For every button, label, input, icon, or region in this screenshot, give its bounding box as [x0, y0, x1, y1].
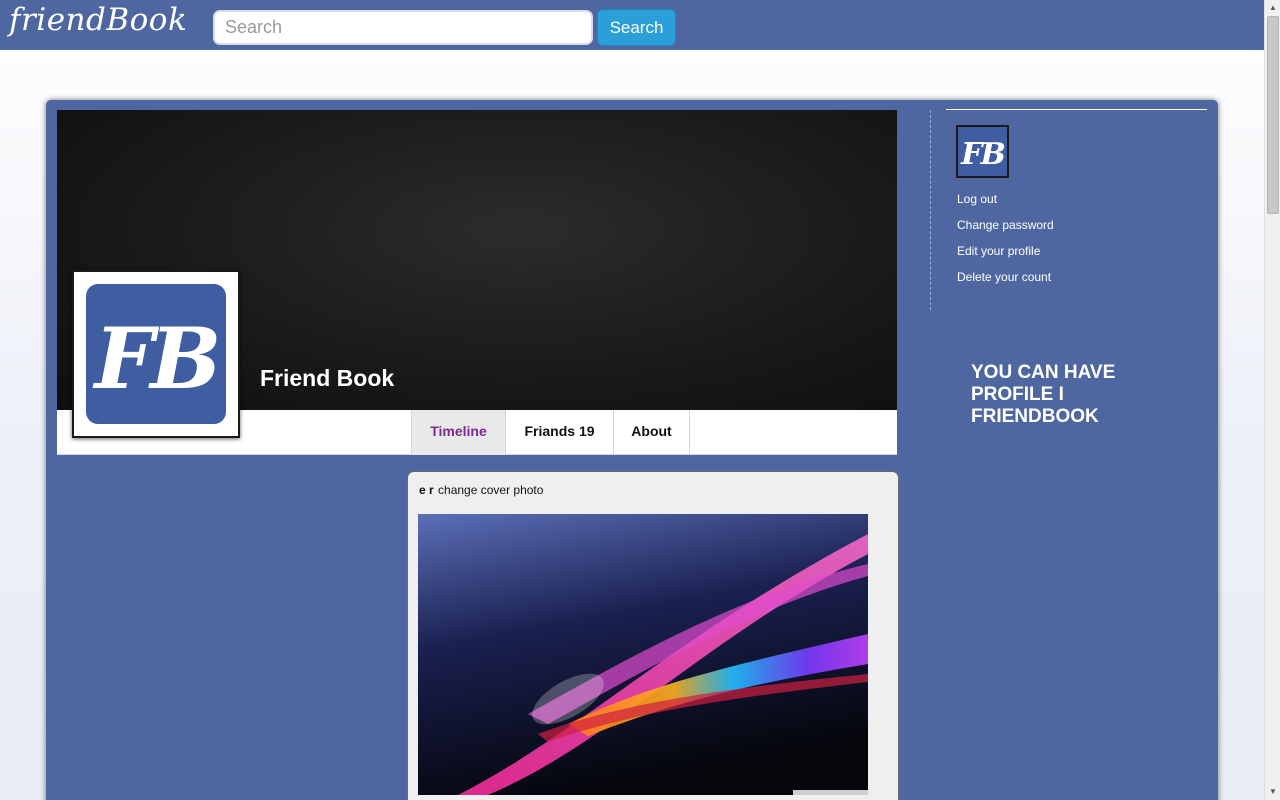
profile-photo-logo: FB: [86, 284, 226, 424]
scroll-up-arrow-icon[interactable]: ▲: [1265, 0, 1280, 16]
sidebar-top-divider: [946, 109, 1207, 110]
change-password-link[interactable]: Change password: [957, 218, 1054, 232]
post-header: e r change cover photo: [419, 483, 543, 497]
tab-timeline[interactable]: Timeline: [411, 410, 506, 455]
profile-photo[interactable]: FB: [72, 270, 240, 438]
profile-name: Friend Book: [260, 365, 395, 391]
logout-link[interactable]: Log out: [957, 192, 997, 206]
tab-about[interactable]: About: [614, 410, 690, 455]
page-scrollbar[interactable]: ▲ ▼: [1264, 0, 1280, 800]
search-button[interactable]: Search: [597, 9, 676, 46]
post-image[interactable]: [418, 514, 868, 795]
site-logo[interactable]: friendBook: [9, 2, 187, 38]
abstract-wallpaper-image: [418, 514, 868, 795]
edit-profile-link[interactable]: Edit your profile: [957, 244, 1040, 258]
tab-friends[interactable]: Friands 19: [506, 410, 614, 455]
post-action: change cover photo: [438, 483, 544, 497]
sidebar-dashed-divider: [930, 110, 931, 310]
delete-account-link[interactable]: Delete your count: [957, 270, 1051, 284]
search-input[interactable]: [213, 10, 593, 45]
timeline-post: e r change cover photo: [407, 471, 899, 800]
profile-panel: Timeline Friands 19 About FB Friend Book…: [46, 100, 1218, 800]
sidebar-avatar-letters: FB: [961, 137, 1006, 172]
sidebar-avatar[interactable]: FB: [956, 125, 1009, 178]
scroll-thumb[interactable]: [1267, 16, 1279, 214]
top-navbar: friendBook Search: [0, 0, 1264, 50]
promo-text: YOU CAN HAVE PROFILE I FRIENDBOOK: [971, 362, 1116, 427]
profile-photo-letters: FB: [94, 309, 222, 408]
scroll-down-arrow-icon[interactable]: ▼: [1265, 784, 1280, 800]
post-author[interactable]: e r: [419, 483, 434, 497]
